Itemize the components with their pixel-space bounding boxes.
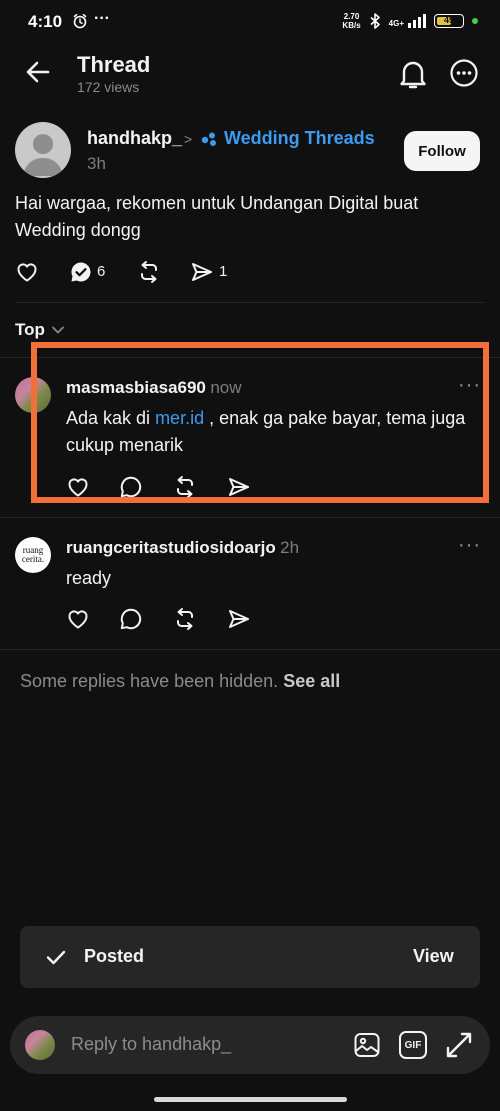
share-count: 1 [219, 263, 228, 280]
share-icon[interactable] [227, 607, 251, 631]
more-notifications-icon: ··· [94, 10, 110, 27]
composer-avatar [25, 1030, 55, 1060]
status-dot [472, 18, 478, 24]
highlight-box [31, 342, 489, 503]
battery-icon: 49 [434, 14, 464, 28]
notification-bell-icon[interactable] [398, 58, 428, 90]
image-attach-icon[interactable] [353, 1031, 381, 1059]
share-icon[interactable] [190, 260, 214, 284]
page-title: Thread [77, 52, 151, 77]
author-username[interactable]: handhakp_ [87, 128, 182, 149]
status-icons: 2.70 KB/s 4G+ 49 [342, 12, 478, 30]
reply-time: 2h [280, 538, 300, 557]
follow-button[interactable]: Follow [404, 131, 480, 171]
status-time: 4:10 [28, 12, 63, 31]
more-options-icon[interactable] [450, 59, 478, 87]
back-button[interactable] [24, 58, 52, 86]
view-count: 172 views [77, 79, 140, 95]
reply-input-placeholder[interactable]: Reply to handhakp_ [71, 1034, 231, 1055]
repost-icon[interactable] [137, 260, 161, 284]
sort-dropdown[interactable]: Top [15, 320, 65, 340]
divider [0, 517, 500, 518]
like-icon[interactable] [66, 607, 90, 631]
toast-view-button[interactable]: View [413, 946, 454, 967]
hidden-replies-note: Some replies have been hidden. See all [20, 671, 341, 691]
sort-label: Top [15, 320, 45, 339]
alarm-icon [72, 13, 88, 29]
divider [0, 649, 500, 650]
chevron-right-icon: > [184, 131, 193, 147]
reply-more-icon[interactable]: ··· [458, 534, 481, 557]
community-name: Wedding Threads [224, 128, 375, 148]
home-indicator[interactable] [154, 1097, 347, 1102]
toast-label: Posted [84, 946, 145, 966]
gif-button[interactable]: GIF [399, 1031, 427, 1059]
comment-icon[interactable] [119, 607, 143, 631]
see-all-link[interactable]: See all [283, 671, 340, 691]
like-icon[interactable] [15, 260, 39, 284]
community-link[interactable]: Wedding Threads [201, 128, 375, 149]
reply-count: 6 [97, 263, 106, 280]
check-icon [45, 946, 67, 968]
author-avatar[interactable] [15, 122, 71, 178]
bluetooth-icon [369, 13, 381, 29]
signal-icon: 4G+ [389, 14, 426, 28]
reply-username[interactable]: ruangceritastudiosidoarjo [66, 538, 276, 557]
post-text: Hai wargaa, rekomen untuk Undangan Digit… [15, 193, 419, 240]
divider [15, 302, 485, 303]
reply-text: ready [66, 568, 112, 588]
community-icon [201, 131, 219, 147]
reply-avatar[interactable]: ruang cerita. [15, 537, 51, 573]
network-speed: 2.70 KB/s [342, 12, 361, 30]
chevron-down-icon [51, 325, 65, 335]
reply-check-icon[interactable] [69, 260, 93, 284]
post-time: 3h [87, 154, 106, 173]
reply-header: ruangceritastudiosidoarjo 2h [66, 538, 299, 558]
repost-icon[interactable] [173, 607, 197, 631]
expand-icon[interactable] [445, 1031, 473, 1059]
